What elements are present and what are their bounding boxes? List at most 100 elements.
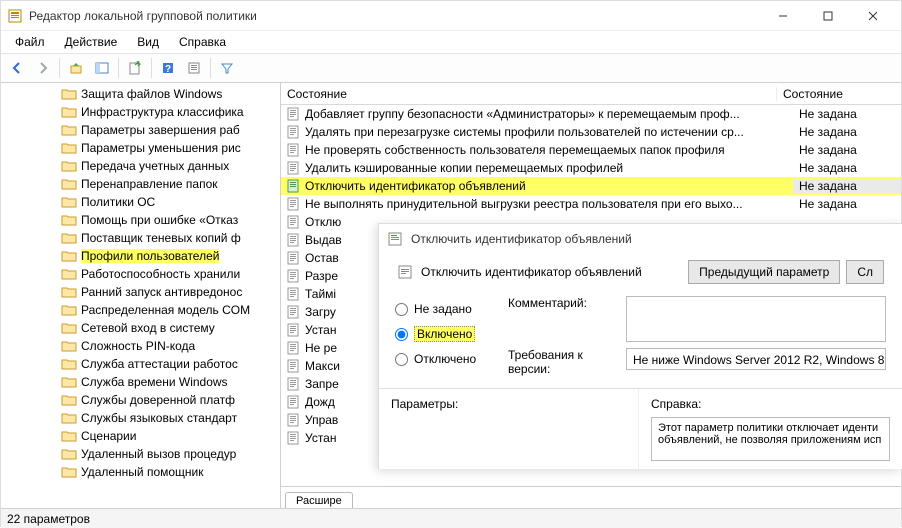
list-row[interactable]: Не выполнять принудительной выгрузки рее… xyxy=(281,195,901,213)
tree-item[interactable]: Профили пользователей xyxy=(61,247,281,265)
previous-setting-button[interactable]: Предыдущий параметр xyxy=(688,260,840,284)
forward-button[interactable] xyxy=(31,56,55,80)
tree-item[interactable]: Службы языковых стандарт xyxy=(61,409,281,427)
policy-item-icon xyxy=(285,214,301,230)
folder-icon xyxy=(61,428,77,444)
policy-item-icon xyxy=(285,196,301,212)
folder-icon xyxy=(61,194,77,210)
tree-item[interactable]: Работоспособность хранили xyxy=(61,265,281,283)
properties-button[interactable] xyxy=(182,56,206,80)
tree-item[interactable]: Сетевой вход в систему xyxy=(61,319,281,337)
radio-not-configured[interactable]: Не задано xyxy=(395,302,492,316)
show-hide-tree-button[interactable] xyxy=(90,56,114,80)
tree-item[interactable]: Удаленный помощник xyxy=(61,463,281,481)
list-item-name: Дожд xyxy=(305,395,335,409)
col-header-state[interactable]: Состояние xyxy=(777,87,885,101)
up-button[interactable] xyxy=(64,56,88,80)
tree-item[interactable]: Сложность PIN-кода xyxy=(61,337,281,355)
policy-item-icon xyxy=(285,286,301,302)
list-item-name: Таймі xyxy=(305,287,336,301)
list-row[interactable]: Отключить идентификатор объявленийНе зад… xyxy=(281,177,901,195)
menu-help[interactable]: Справка xyxy=(171,33,234,51)
tree-item[interactable]: Помощь при ошибке «Отказ xyxy=(61,211,281,229)
folder-icon xyxy=(61,248,77,264)
tree-item[interactable]: Защита файлов Windows xyxy=(61,85,281,103)
tree-item-label: Службы доверенной платф xyxy=(81,393,235,407)
col-header-name[interactable]: Состояние xyxy=(281,87,777,101)
tree-item-label: Профили пользователей xyxy=(81,249,219,263)
list-item-name: Выдав xyxy=(305,233,342,247)
tree-item[interactable]: Распределенная модель COM xyxy=(61,301,281,319)
tree-item[interactable]: Передача учетных данных xyxy=(61,157,281,175)
list-item-name: Отклю xyxy=(305,215,341,229)
help-icon[interactable]: ? xyxy=(156,56,180,80)
tree-item[interactable]: Службы доверенной платф xyxy=(61,391,281,409)
dialog-subtitle: Отключить идентификатор объявлений xyxy=(421,265,642,279)
tree-item-label: Работоспособность хранили xyxy=(81,267,240,281)
policy-item-icon xyxy=(285,340,301,356)
list-item-name: Не проверять собственность пользователя … xyxy=(305,143,725,157)
tree-pane[interactable]: Защита файлов Windows Инфраструктура клас… xyxy=(1,83,281,508)
tree-item[interactable]: Служба аттестации работос xyxy=(61,355,281,373)
folder-icon xyxy=(61,410,77,426)
dialog-title: Отключить идентификатор объявлений xyxy=(411,232,632,246)
policy-item-icon xyxy=(285,232,301,248)
menu-action[interactable]: Действие xyxy=(57,33,126,51)
comment-textarea[interactable] xyxy=(626,296,886,342)
menu-bar: Файл Действие Вид Справка xyxy=(1,31,901,53)
title-bar: Редактор локальной групповой политики xyxy=(1,1,901,31)
tree-item-label: Ранний запуск антивредонос xyxy=(81,285,242,299)
tree-item-label: Защита файлов Windows xyxy=(81,87,222,101)
maximize-button[interactable] xyxy=(805,2,850,30)
tree-item[interactable]: Параметры уменьшения рис xyxy=(61,139,281,157)
tree-item-label: Сценарии xyxy=(81,429,136,443)
tree-item[interactable]: Перенаправление папок xyxy=(61,175,281,193)
close-button[interactable] xyxy=(850,2,895,30)
minimize-button[interactable] xyxy=(760,2,805,30)
list-row[interactable]: Удалить кэшированные копии перемещаемых … xyxy=(281,159,901,177)
tree-item[interactable]: Ранний запуск антивредонос xyxy=(61,283,281,301)
policy-sub-icon xyxy=(397,264,413,280)
policy-item-icon xyxy=(285,412,301,428)
policy-item-icon xyxy=(285,124,301,140)
filter-icon[interactable] xyxy=(215,56,239,80)
tree-item-label: Служба аттестации работос xyxy=(81,357,238,371)
folder-icon xyxy=(61,464,77,480)
folder-icon xyxy=(61,302,77,318)
tree-item[interactable]: Удаленный вызов процедур xyxy=(61,445,281,463)
next-setting-button[interactable]: Сл xyxy=(846,260,884,284)
list-item-name: Отключить идентификатор объявлений xyxy=(305,179,526,193)
tree-item-label: Политики ОС xyxy=(81,195,155,209)
menu-view[interactable]: Вид xyxy=(129,33,167,51)
tree-item-label: Параметры завершения раб xyxy=(81,123,240,137)
tree-item[interactable]: Сценарии xyxy=(61,427,281,445)
tree-item[interactable]: Инфраструктура классифика xyxy=(61,103,281,121)
export-button[interactable] xyxy=(123,56,147,80)
policy-item-icon xyxy=(285,376,301,392)
list-item-state: Не задана xyxy=(793,161,901,175)
back-button[interactable] xyxy=(5,56,29,80)
list-row[interactable]: Не проверять собственность пользователя … xyxy=(281,141,901,159)
list-item-name: Устан xyxy=(305,431,336,445)
tree-item-label: Помощь при ошибке «Отказ xyxy=(81,213,238,227)
tree-item[interactable]: Политики ОС xyxy=(61,193,281,211)
tree-item-label: Распределенная модель COM xyxy=(81,303,250,317)
menu-file[interactable]: Файл xyxy=(7,33,53,51)
requirements-label: Требования к версии: xyxy=(508,348,618,376)
tab-extended[interactable]: Расшире xyxy=(285,492,353,508)
tree-item-label: Службы языковых стандарт xyxy=(81,411,237,425)
tree-item[interactable]: Параметры завершения раб xyxy=(61,121,281,139)
folder-icon xyxy=(61,266,77,282)
app-icon xyxy=(7,8,23,24)
list-item-state: Не задана xyxy=(793,197,901,211)
radio-disabled[interactable]: Отключено xyxy=(395,352,492,366)
tree-item[interactable]: Поставщик теневых копий ф xyxy=(61,229,281,247)
tree-item[interactable]: Служба времени Windows xyxy=(61,373,281,391)
list-row[interactable]: Добавляет группу безопасности «Администр… xyxy=(281,105,901,123)
tree-item-label: Сетевой вход в систему xyxy=(81,321,215,335)
list-item-state: Не задана xyxy=(793,125,901,139)
tree-item-label: Удаленный помощник xyxy=(81,465,204,479)
tree-item-label: Сложность PIN-кода xyxy=(81,339,195,353)
list-row[interactable]: Удалять при перезагрузке системы профили… xyxy=(281,123,901,141)
radio-enabled[interactable]: Включено xyxy=(395,326,492,342)
